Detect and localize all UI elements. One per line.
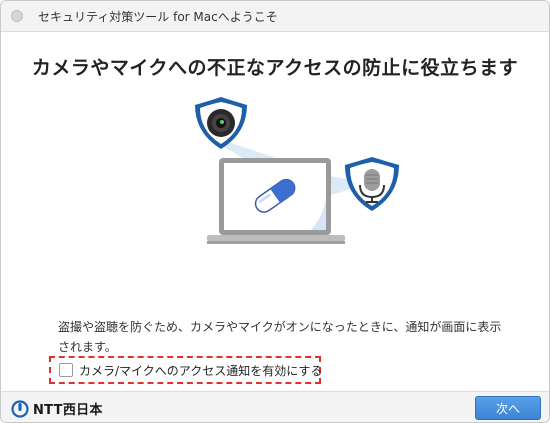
ntt-logo-icon <box>11 399 29 418</box>
laptop-icon <box>207 158 345 244</box>
checkbox-label: カメラ/マイクへのアクセス通知を有効にする <box>79 363 323 378</box>
title-bar: セキュリティ対策ツール for Macへようこそ <box>1 1 549 32</box>
enable-notification-checkbox[interactable] <box>59 363 73 377</box>
next-button[interactable]: 次へ <box>475 396 541 420</box>
ntt-west-logo: NTT西日本 <box>11 399 103 418</box>
hero-illustration <box>195 97 399 244</box>
camera-shield-icon <box>195 97 247 149</box>
window-title: セキュリティ対策ツール for Macへようこそ <box>38 10 278 24</box>
description-text: 盗撮や盗聴を防ぐため、カメラやマイクがオンになったときに、通知が画面に表示されま… <box>58 320 502 354</box>
microphone-shield-icon <box>345 157 399 211</box>
page-title: カメラやマイクへの不正なアクセスの防止に役立ちます <box>31 57 519 79</box>
installer-window: セキュリティ対策ツール for Macへようこそ カメラやマイクへの不正なアクセ… <box>0 0 550 423</box>
enable-access-notification-option[interactable]: カメラ/マイクへのアクセス通知を有効にする <box>49 356 323 384</box>
close-button[interactable] <box>11 10 23 22</box>
footer-bar: NTT西日本 次へ <box>1 391 549 422</box>
logo-text: NTT西日本 <box>33 403 103 418</box>
